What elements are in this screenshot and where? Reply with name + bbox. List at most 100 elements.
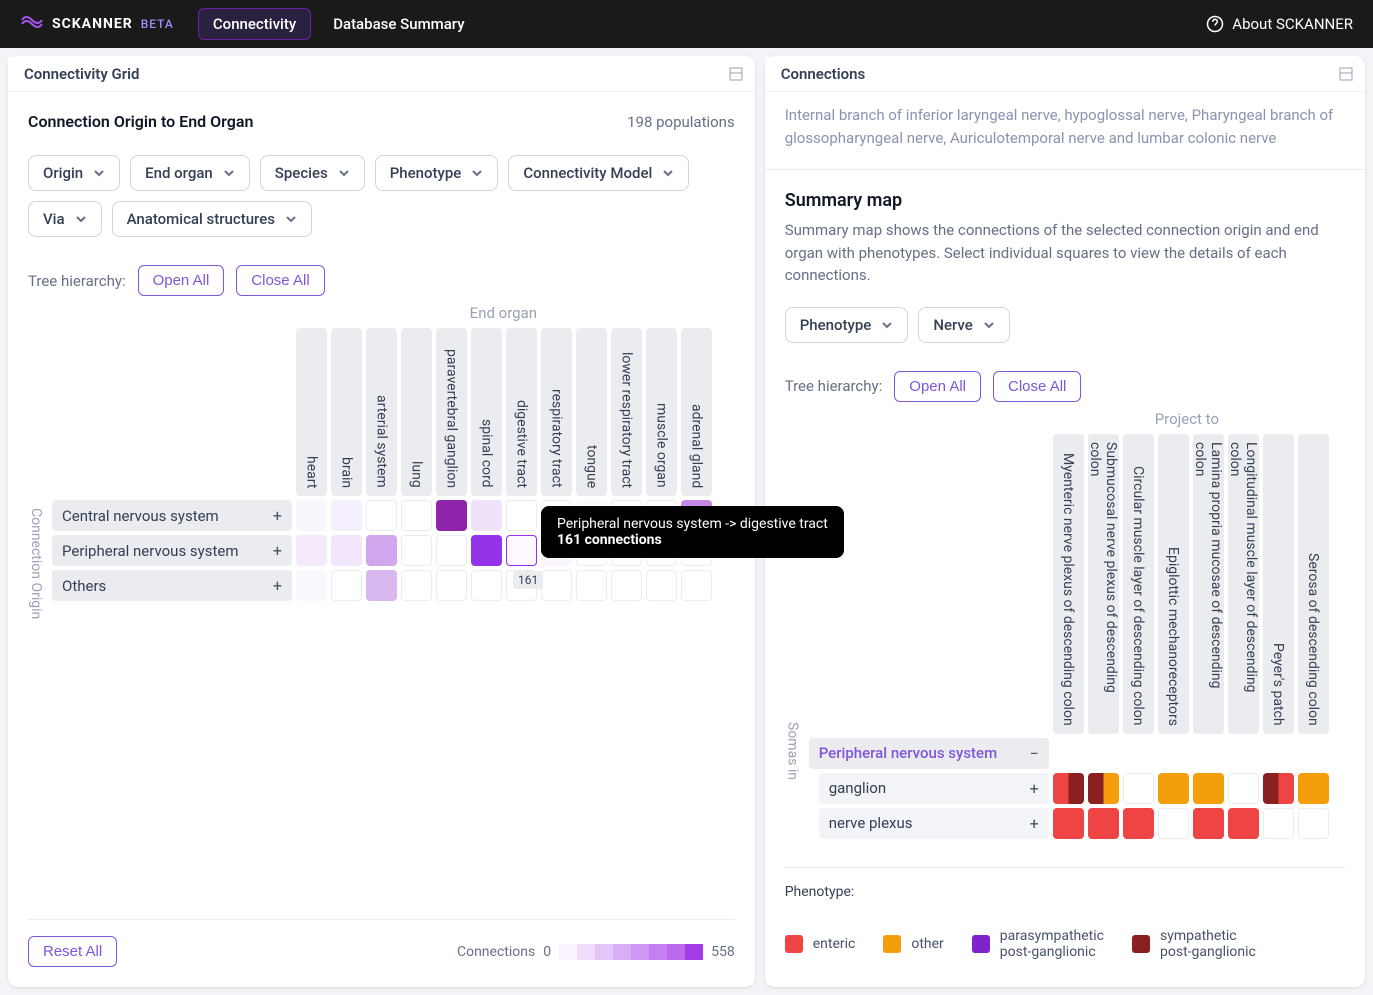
grid-cell[interactable] bbox=[401, 535, 432, 566]
col-header[interactable]: Myenteric nerve plexus of descending col… bbox=[1053, 434, 1084, 734]
brand-logo[interactable]: SCKANNER BETA bbox=[20, 16, 174, 32]
col-header[interactable]: Submucosal nerve plexus of descending co… bbox=[1088, 434, 1119, 734]
col-header[interactable]: muscle organ bbox=[646, 328, 677, 496]
col-header[interactable]: Circular muscle layer of descending colo… bbox=[1123, 434, 1154, 734]
row-header[interactable]: Central nervous system+ bbox=[52, 500, 292, 531]
connections-legend: Connections 0 558 bbox=[457, 944, 735, 960]
filter-end-organ[interactable]: End organ bbox=[130, 155, 250, 191]
close-all-button[interactable]: Close All bbox=[993, 371, 1081, 402]
grid-cell[interactable] bbox=[1298, 773, 1329, 804]
grid-cell[interactable] bbox=[1263, 773, 1294, 804]
phenotype-legend-item: parasympathetic post-ganglionic bbox=[972, 928, 1104, 960]
filter-connectivity-model[interactable]: Connectivity Model bbox=[508, 155, 689, 191]
tab-connectivity-grid[interactable]: Connectivity Grid bbox=[8, 57, 155, 91]
row-header[interactable]: ganglion+ bbox=[819, 773, 1049, 804]
filter-phenotype-right[interactable]: Phenotype bbox=[785, 307, 909, 343]
minimize-icon[interactable] bbox=[729, 67, 743, 81]
grid-cell[interactable] bbox=[1123, 773, 1154, 804]
grid-cell[interactable] bbox=[1158, 808, 1189, 839]
open-all-button[interactable]: Open All bbox=[138, 265, 225, 296]
grid-cell[interactable] bbox=[1158, 773, 1189, 804]
close-all-button[interactable]: Close All bbox=[236, 265, 324, 296]
row-header[interactable]: Others+ bbox=[52, 570, 292, 601]
grid-cell[interactable] bbox=[436, 535, 467, 566]
col-header[interactable]: Peyer's patch bbox=[1263, 434, 1294, 734]
col-header[interactable]: respiratory tract bbox=[541, 328, 572, 496]
filter-via[interactable]: Via bbox=[28, 201, 102, 237]
tab-connections[interactable]: Connections bbox=[765, 57, 881, 91]
row-header[interactable]: Peripheral nervous system+ bbox=[52, 535, 292, 566]
grid-cell[interactable] bbox=[646, 570, 677, 601]
grid-cell[interactable] bbox=[331, 535, 362, 566]
grid-cell[interactable] bbox=[1263, 808, 1294, 839]
col-header[interactable]: Longitudinal muscle layer of descending … bbox=[1228, 434, 1259, 734]
row-header[interactable]: nerve plexus+ bbox=[819, 808, 1049, 839]
reset-all-button[interactable]: Reset All bbox=[28, 936, 117, 967]
col-header[interactable]: lung bbox=[401, 328, 432, 496]
grid-cell[interactable] bbox=[471, 570, 502, 601]
x-axis-label: End organ bbox=[272, 304, 735, 322]
filter-origin[interactable]: Origin bbox=[28, 155, 120, 191]
grid-cell[interactable] bbox=[436, 500, 467, 531]
grid-cell[interactable] bbox=[401, 570, 432, 601]
grid-cell[interactable] bbox=[1228, 808, 1259, 839]
col-header[interactable]: digestive tract bbox=[506, 328, 537, 496]
tree-label: Tree hierarchy: bbox=[28, 272, 126, 290]
expand-icon: + bbox=[273, 576, 282, 595]
collapse-icon: − bbox=[1030, 744, 1039, 763]
col-header[interactable]: arterial system bbox=[366, 328, 397, 496]
grid-cell[interactable] bbox=[366, 570, 397, 601]
row-header-parent[interactable]: Peripheral nervous system− bbox=[809, 738, 1049, 769]
grid-cell[interactable] bbox=[1193, 808, 1224, 839]
grid-cell[interactable] bbox=[1123, 808, 1154, 839]
chevron-down-icon bbox=[93, 167, 105, 179]
grid-cell[interactable] bbox=[401, 500, 432, 531]
grid-cell[interactable] bbox=[506, 500, 537, 531]
help-icon bbox=[1206, 15, 1224, 33]
grid-cell[interactable] bbox=[296, 500, 327, 531]
legend-swatch bbox=[883, 935, 901, 953]
grid-cell[interactable] bbox=[576, 570, 607, 601]
grid-cell[interactable] bbox=[1228, 773, 1259, 804]
col-header[interactable]: paravertebral ganglion bbox=[436, 328, 467, 496]
col-header[interactable]: brain bbox=[331, 328, 362, 496]
grid-cell[interactable] bbox=[471, 500, 502, 531]
grid-cell[interactable] bbox=[541, 570, 572, 601]
open-all-button[interactable]: Open All bbox=[894, 371, 981, 402]
col-header[interactable]: Lamina propria mucosae of descending col… bbox=[1193, 434, 1224, 734]
grid-cell[interactable] bbox=[1053, 808, 1084, 839]
grid-cell[interactable] bbox=[681, 570, 712, 601]
minimize-icon[interactable] bbox=[1339, 67, 1353, 81]
filter-phenotype[interactable]: Phenotype bbox=[375, 155, 499, 191]
grid-cell[interactable] bbox=[331, 570, 362, 601]
filter-nerve[interactable]: Nerve bbox=[918, 307, 1010, 343]
filter-anatomical[interactable]: Anatomical structures bbox=[112, 201, 312, 237]
col-header[interactable]: heart bbox=[296, 328, 327, 496]
col-header[interactable]: Epiglottic mechanoreceptors bbox=[1158, 434, 1189, 734]
col-header[interactable]: Serosa of descending colon bbox=[1298, 434, 1329, 734]
col-header[interactable]: tongue bbox=[576, 328, 607, 496]
grid-cell[interactable] bbox=[366, 535, 397, 566]
grid-cell[interactable] bbox=[331, 500, 362, 531]
filter-species[interactable]: Species bbox=[260, 155, 365, 191]
nav-connectivity[interactable]: Connectivity bbox=[198, 8, 311, 40]
grid-cell[interactable] bbox=[1088, 773, 1119, 804]
col-header[interactable]: adrenal gland bbox=[681, 328, 712, 496]
about-link[interactable]: About SCKANNER bbox=[1206, 15, 1353, 33]
grid-cell[interactable] bbox=[1053, 773, 1084, 804]
col-header[interactable]: lower respiratory tract bbox=[611, 328, 642, 496]
legend-swatch bbox=[972, 935, 990, 953]
grid-cell[interactable] bbox=[296, 570, 327, 601]
grid-cell[interactable] bbox=[1088, 808, 1119, 839]
col-header[interactable]: spinal cord bbox=[471, 328, 502, 496]
grid-cell[interactable]: Peripheral nervous system -> digestive t… bbox=[506, 535, 537, 566]
grid-cell[interactable] bbox=[1298, 808, 1329, 839]
grid-cell[interactable] bbox=[296, 535, 327, 566]
grid-cell[interactable] bbox=[611, 570, 642, 601]
grid-cell[interactable] bbox=[436, 570, 467, 601]
grid-cell[interactable] bbox=[471, 535, 502, 566]
grid-cell[interactable] bbox=[1193, 773, 1224, 804]
phenotype-legend-label: Phenotype: bbox=[785, 884, 855, 900]
nav-db-summary[interactable]: Database Summary bbox=[319, 9, 478, 39]
grid-cell[interactable] bbox=[366, 500, 397, 531]
